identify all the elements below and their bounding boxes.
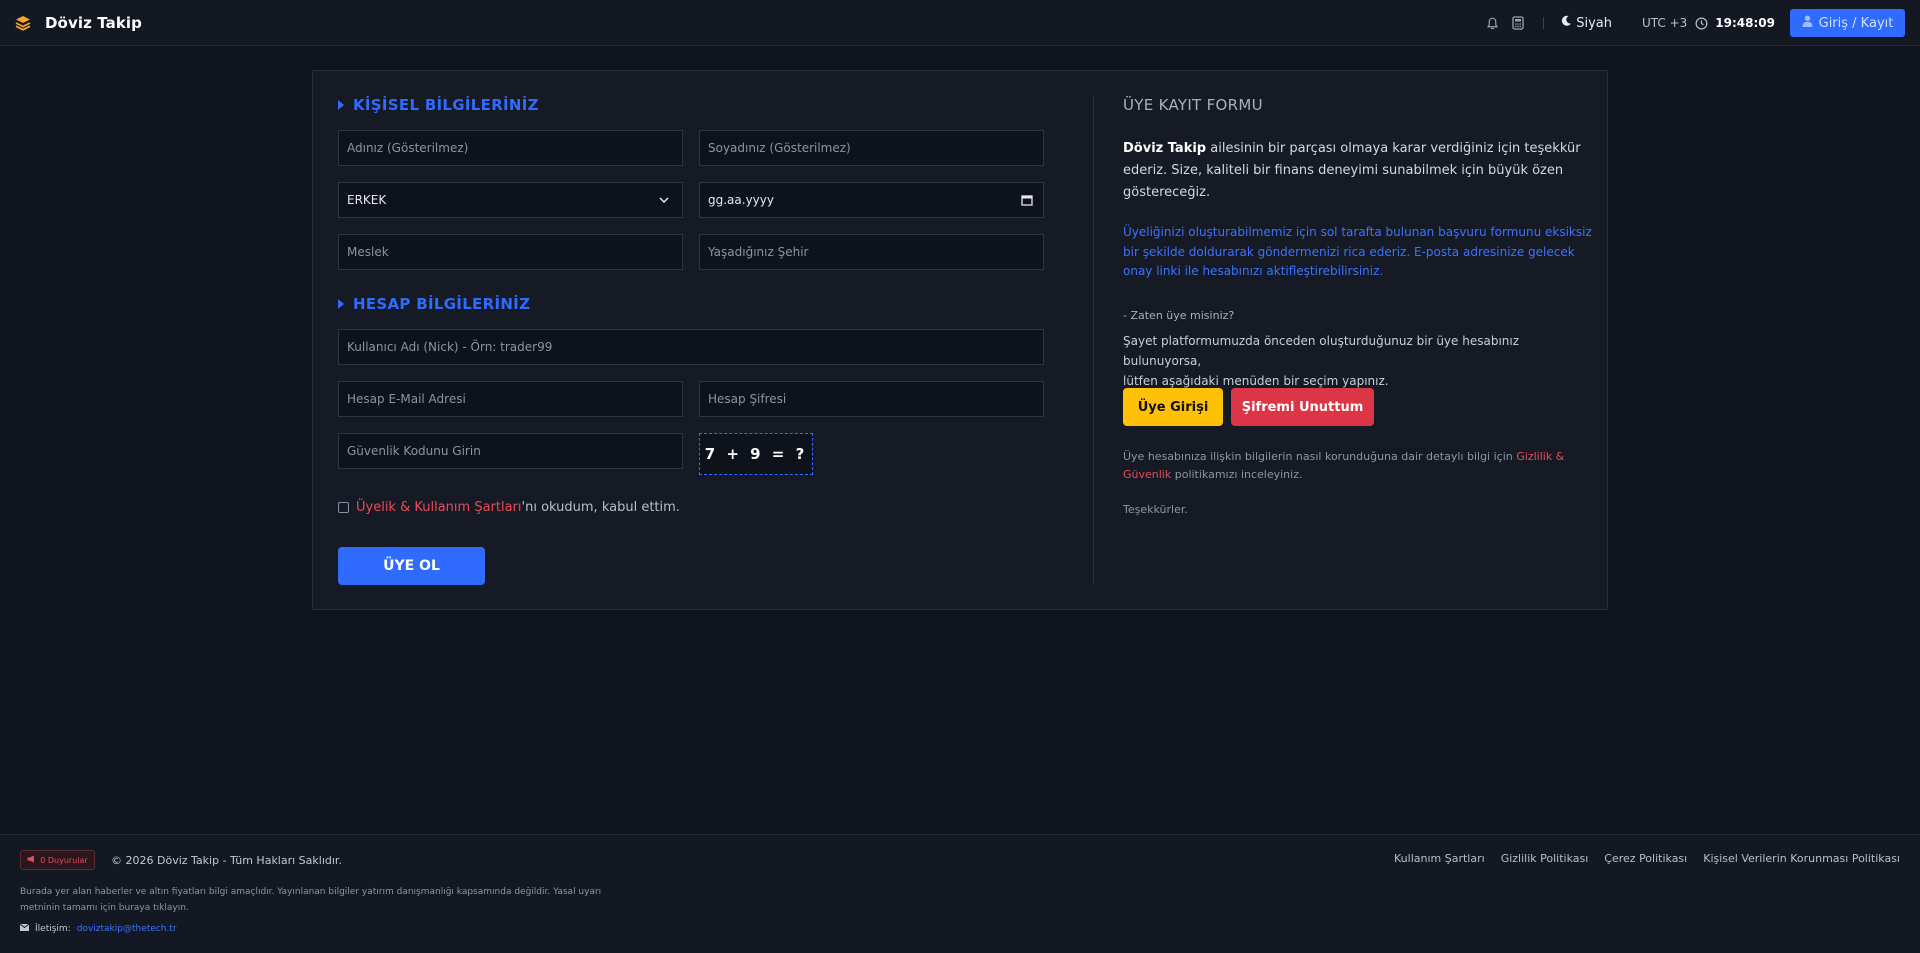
user-icon	[1802, 15, 1813, 31]
calendar-icon[interactable]	[1021, 194, 1033, 209]
announcements-button[interactable]: 0 Duyurular	[20, 850, 95, 870]
login-register-label: Giriş / Kayıt	[1818, 15, 1894, 31]
footer-link-privacy[interactable]: Gizlilik Politikası	[1501, 852, 1589, 865]
copyright-text: © 2026 Döviz Takip - Tüm Hakları Saklıdı…	[111, 854, 342, 867]
last-name-input[interactable]: Soyadınız (Gösterilmez)	[699, 130, 1044, 166]
terms-agreement: Üyelik & Kullanım Şartları 'nı okudum, k…	[338, 500, 680, 515]
navbar-divider	[1543, 17, 1545, 29]
member-login-button[interactable]: Üye Girişi	[1123, 388, 1223, 426]
envelope-icon	[19, 923, 30, 934]
instruction-line-2: bir şekilde doldurarak göndermenizi rica…	[1123, 244, 1575, 259]
password-input[interactable]: Hesap Şifresi	[699, 381, 1044, 417]
column-divider	[1093, 95, 1094, 585]
footer-link-terms[interactable]: Kullanım Şartları	[1394, 852, 1485, 865]
contact-label: İletişim:	[35, 924, 71, 934]
signup-button[interactable]: ÜYE OL	[338, 547, 485, 585]
forgot-password-button[interactable]: Şifremi Unuttum	[1231, 388, 1374, 426]
legal-disclaimer[interactable]: Burada yer alan haberler ve altın fiyatl…	[20, 884, 620, 916]
gender-select[interactable]: ERKEK	[338, 182, 683, 218]
intro-brand: Döviz Takip	[1123, 141, 1207, 156]
info-title: ÜYE KAYIT FORMU	[1123, 96, 1263, 114]
registration-card: KİŞİSEL BİLGİLERİNİZ Adınız (Gösterilmez…	[312, 70, 1608, 610]
contact-info: İletişim: doviztakip@thetech.tr	[19, 923, 177, 934]
existing-line-1: Şayet platformumuzda önceden oluşturduğu…	[1123, 334, 1520, 368]
moon-icon	[1560, 15, 1572, 31]
instruction-paragraph: Üyeliğinizi oluşturabilmemiz için sol ta…	[1123, 223, 1593, 282]
clock-icon	[1694, 16, 1708, 30]
disclaimer-line-2: metninin tamamı için buraya tıklayın.	[20, 903, 189, 913]
thanks-text: Teşekkürler.	[1123, 503, 1188, 516]
privacy-note-end: politikamızı inceleyiniz.	[1171, 468, 1303, 481]
intro-line-1: ailesinin bir parçası olmaya karar verdi…	[1206, 141, 1581, 156]
birthdate-input[interactable]: gg.aa.yyyy	[699, 182, 1044, 218]
job-input[interactable]: Meslek	[338, 234, 683, 270]
brand-link[interactable]: Döviz Takip	[15, 14, 142, 32]
timezone-label: UTC +3	[1642, 16, 1688, 30]
theme-toggle[interactable]: Siyah	[1560, 15, 1612, 31]
brand-name: Döviz Takip	[45, 13, 143, 32]
already-member-text: - Zaten üye misiniz?	[1123, 309, 1235, 322]
privacy-note: Üye hesabınıza ilişkin bilgilerin nasıl …	[1123, 448, 1583, 484]
footer-link-kvkk[interactable]: Kişisel Verilerin Korunması Politikası	[1703, 852, 1900, 865]
announcements-label: 0 Duyurular	[40, 855, 88, 865]
username-input[interactable]: Kullanıcı Adı (Nick) - Örn: trader99	[338, 329, 1044, 365]
terms-link[interactable]: Üyelik & Kullanım Şartları	[356, 500, 522, 515]
instruction-line-3: onay linki ile hesabınızı aktifleştirebi…	[1123, 264, 1384, 278]
caret-right-icon	[338, 100, 344, 110]
privacy-link[interactable]: Gizlilik &	[1516, 450, 1564, 463]
current-time: 19:48:09	[1715, 16, 1775, 30]
chevron-down-icon	[658, 194, 670, 209]
captcha-question: 7 + 9 = ?	[699, 433, 813, 475]
disclaimer-line-1: Burada yer alan haberler ve altın fiyatl…	[20, 887, 602, 897]
birthdate-placeholder: gg.aa.yyyy	[708, 193, 774, 207]
calculator-icon[interactable]	[1511, 16, 1525, 30]
security-link[interactable]: Güvenlik	[1123, 468, 1171, 481]
terms-text: 'nı okudum, kabul ettim.	[521, 500, 680, 515]
account-info-heading: HESAP BİLGİLERİNİZ	[338, 295, 530, 313]
first-name-input[interactable]: Adınız (Gösterilmez)	[338, 130, 683, 166]
terms-checkbox[interactable]	[338, 502, 349, 513]
email-input[interactable]: Hesap E-Mail Adresi	[338, 381, 683, 417]
personal-info-heading: KİŞİSEL BİLGİLERİNİZ	[338, 96, 539, 114]
bell-icon[interactable]	[1485, 16, 1499, 30]
captcha-input[interactable]: Güvenlik Kodunu Girin	[338, 433, 683, 469]
site-footer: 0 Duyurular © 2026 Döviz Takip - Tüm Hak…	[0, 834, 1920, 953]
theme-label: Siyah	[1576, 15, 1612, 31]
caret-right-icon	[338, 299, 344, 309]
layers-icon	[15, 15, 31, 31]
intro-line-2: ederiz. Size, kaliteli bir finans deneyi…	[1123, 163, 1564, 178]
contact-email-link[interactable]: doviztakip@thetech.tr	[77, 924, 177, 934]
intro-line-3: göstereceğiz.	[1123, 185, 1211, 200]
footer-links: Kullanım Şartları Gizlilik Politikası Çe…	[1394, 852, 1900, 865]
login-register-button[interactable]: Giriş / Kayıt	[1790, 9, 1905, 37]
megaphone-icon	[27, 855, 36, 865]
existing-account-paragraph: Şayet platformumuzda önceden oluşturduğu…	[1123, 331, 1593, 391]
intro-paragraph: Döviz Takip ailesinin bir parçası olmaya…	[1123, 138, 1583, 204]
instruction-line-1: Üyeliğinizi oluşturabilmemiz için sol ta…	[1123, 225, 1592, 239]
footer-link-cookies[interactable]: Çerez Politikası	[1604, 852, 1687, 865]
privacy-note-text: Üye hesabınıza ilişkin bilgilerin nasıl …	[1123, 450, 1517, 463]
city-input[interactable]: Yaşadığınız Şehir	[699, 234, 1044, 270]
top-navbar: Döviz Takip Siyah UTC +3 19:48:09 Giriş …	[0, 0, 1920, 46]
gender-value: ERKEK	[347, 193, 387, 207]
